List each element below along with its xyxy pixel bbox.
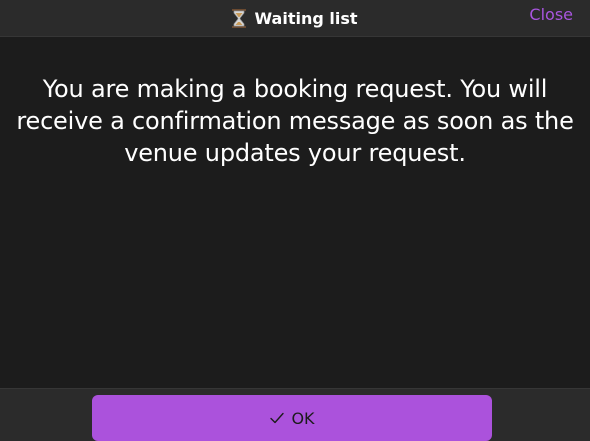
title-wrap: Waiting list xyxy=(0,0,590,36)
booking-request-message: You are making a booking request. You wi… xyxy=(16,75,574,167)
modal-header: Waiting list Close xyxy=(0,0,590,37)
hourglass-icon xyxy=(232,8,247,28)
check-icon xyxy=(269,410,285,426)
close-button[interactable]: Close xyxy=(529,5,573,24)
modal-footer: OK xyxy=(0,388,590,441)
waiting-list-modal: Waiting list Close You are making a book… xyxy=(0,0,590,441)
ok-label: OK xyxy=(291,408,315,428)
modal-title: Waiting list xyxy=(254,8,358,28)
ok-button[interactable]: OK xyxy=(92,395,492,441)
